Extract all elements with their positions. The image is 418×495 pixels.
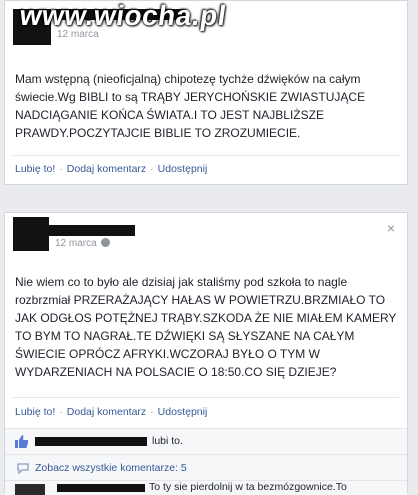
post-line: ŚWIECIE OPRÓCZ AFRYKI.WCZORAJ BYŁO O TYM… — [15, 347, 320, 361]
globe-icon — [100, 238, 110, 247]
comments-summary: Zobacz wszystkie komentarze: 5 — [5, 454, 407, 481]
watermark-text: www.wiocha.pl — [17, 0, 229, 31]
share-button[interactable]: Udostępnij — [158, 406, 208, 418]
separator: · — [150, 406, 154, 418]
post-card-2: 12 marca × Nie wiem co to było ale dzisi… — [4, 212, 408, 495]
redacted-commenter-name — [57, 484, 145, 492]
post-line: rozbrzmiał PRZERAŻAJĄCY HAŁAS W POWIETRZ… — [15, 293, 386, 307]
comment-text: To ty sie pierdolnij w ta bezmózgownice.… — [149, 481, 347, 493]
post-line: PRAWDY.POCZYTAJCIE BIBLIE TO ZROZUMIECIE… — [15, 126, 301, 140]
post-body: Nie wiem co to było ale dzisiaj jak stal… — [15, 273, 396, 381]
post-line: NADCIĄGANIE KOŃCA ŚWIATA.I TO JEST NAJBL… — [15, 108, 324, 122]
post-line: Nie wiem co to było ale dzisiaj jak stal… — [15, 275, 348, 289]
separator: · — [150, 163, 154, 175]
redacted-author-name — [49, 225, 135, 236]
post-date[interactable]: 12 marca — [55, 238, 110, 249]
like-button[interactable]: Lubię to! — [15, 163, 55, 175]
post-body: Mam wstępną (nieoficjalną) chipotezę tyc… — [15, 70, 365, 142]
close-icon[interactable]: × — [387, 220, 395, 236]
separator: · — [59, 163, 63, 175]
redacted-avatar — [13, 217, 49, 251]
post-line: świecie.Wg BIBLI to są TRĄBY JERYCHOŃSKI… — [15, 90, 366, 104]
thumbs-up-icon — [15, 435, 28, 448]
add-comment-button[interactable]: Dodaj komentarz — [67, 163, 146, 175]
add-comment-button[interactable]: Dodaj komentarz — [67, 406, 146, 418]
comment-icon — [17, 463, 29, 474]
post-line: Mam wstępną (nieoficjalną) chipotezę tyc… — [15, 72, 361, 86]
likes-summary: lubi to. — [5, 428, 407, 455]
post-line: JAK ODGŁOS POTĘŻNEJ TRĄBY.SZKODA ŻE NIE … — [15, 311, 397, 325]
post-line: WYDARZENIACH NA POLSACIE O 18:50.CO SIĘ … — [15, 365, 337, 379]
watermark-logo: www.wiocha.pl — [18, 0, 229, 32]
like-button[interactable]: Lubię to! — [15, 406, 55, 418]
divider — [13, 397, 399, 398]
redacted-liker-names — [35, 437, 147, 446]
view-all-comments-link[interactable]: Zobacz wszystkie komentarze: 5 — [35, 462, 187, 474]
post-line: TO BYM TO NAGRAŁ.TE DŹWIĘKI SĄ SŁYSZANE … — [15, 329, 355, 343]
post-date-text[interactable]: 12 marca — [55, 238, 97, 249]
post-actions: Lubię to! · Dodaj komentarz · Udostępnij — [15, 163, 207, 175]
post-actions: Lubię to! · Dodaj komentarz · Udostępnij — [15, 406, 207, 418]
divider — [13, 155, 399, 156]
likes-text: lubi to. — [152, 435, 183, 447]
separator: · — [59, 406, 63, 418]
commenter-avatar — [15, 484, 45, 495]
share-button[interactable]: Udostępnij — [158, 163, 208, 175]
